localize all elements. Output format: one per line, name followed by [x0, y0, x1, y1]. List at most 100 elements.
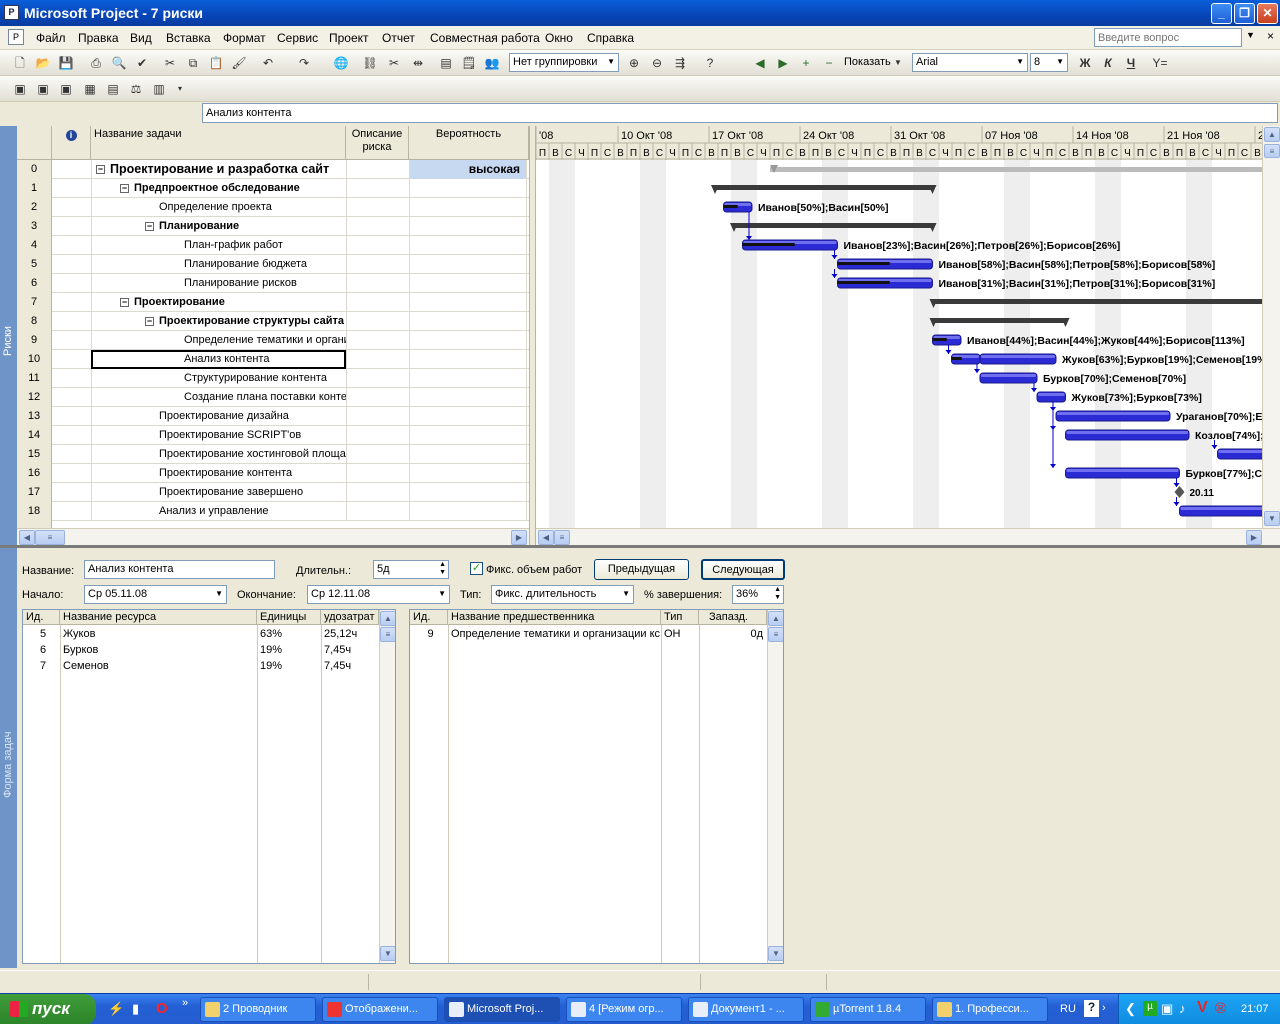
chevron-down-icon[interactable]: ▼ [215, 589, 223, 598]
toolbar-options-icon[interactable]: ▾ [172, 81, 188, 97]
resource-units[interactable]: 63% [257, 627, 321, 643]
tray-icon[interactable]: ® [1215, 1000, 1226, 1017]
doc-close-icon[interactable]: × [1267, 29, 1274, 43]
probability-cell[interactable]: высокая [409, 160, 527, 179]
network-icon[interactable]: ▣ [1161, 1001, 1173, 1017]
resource-name[interactable]: Семенов [60, 659, 257, 675]
risk-description-cell[interactable] [346, 274, 409, 293]
risk-description-cell[interactable] [346, 312, 409, 331]
row-id[interactable]: 4 [17, 236, 52, 255]
risk-description-cell[interactable] [346, 217, 409, 236]
row-id[interactable]: 9 [17, 331, 52, 350]
probability-cell[interactable] [409, 369, 527, 388]
underline-button[interactable]: Ч [1123, 55, 1139, 71]
balance-icon[interactable]: ⚖ [128, 81, 144, 97]
scroll-right-icon[interactable]: ▶ [511, 530, 527, 545]
table-row[interactable]: 4 План-график работ [17, 236, 529, 255]
menu-tools[interactable]: Сервис [277, 31, 318, 45]
summary-bar[interactable] [932, 299, 1263, 304]
scroll-left-icon[interactable]: ◀ [538, 530, 554, 545]
row-id[interactable]: 13 [17, 407, 52, 426]
menu-format[interactable]: Формат [223, 31, 266, 45]
preview-icon[interactable]: 🔍 [111, 55, 127, 71]
copy-icon[interactable]: ⧉ [185, 55, 201, 71]
scroll-down-icon[interactable]: ▼ [1264, 511, 1280, 526]
menu-edit[interactable]: Правка [78, 31, 119, 45]
taskbar-button-explorer[interactable]: 2 Проводник [200, 997, 316, 1022]
scroll-thumb[interactable]: ≡ [380, 627, 395, 642]
probability-cell[interactable] [409, 350, 527, 369]
probability-cell[interactable] [409, 274, 527, 293]
task-name-cell[interactable]: Создание плана поставки конте [91, 388, 346, 407]
row-id[interactable]: 15 [17, 445, 52, 464]
quicklaunch-icon[interactable]: ⚡ [108, 1001, 124, 1017]
tray-expand-icon[interactable]: › [1102, 1002, 1106, 1014]
link-tasks-icon[interactable]: ⛓ [362, 55, 378, 71]
summary-bar[interactable] [714, 185, 933, 190]
spinner-icon[interactable]: ▲ ▼ [774, 586, 781, 602]
paste-icon[interactable]: 📋 [208, 55, 224, 71]
risk-description-cell[interactable] [346, 407, 409, 426]
document-icon[interactable]: P [8, 29, 24, 45]
task-name-cell[interactable]: Проектирование завершено [91, 483, 346, 502]
view-splitter[interactable] [529, 126, 536, 546]
format-painter-icon[interactable]: 🖌 [231, 55, 247, 71]
predecessor-lag[interactable]: 0д [699, 627, 763, 643]
column-header-name[interactable]: Название задачи [91, 126, 346, 160]
name-field[interactable]: Анализ контента [84, 560, 275, 579]
res-col-name[interactable]: Название ресурса [60, 610, 257, 625]
arrow-right-icon[interactable]: ▶ [775, 55, 791, 71]
task-name-cell[interactable]: − Планирование [91, 217, 346, 236]
risk-description-cell[interactable] [346, 369, 409, 388]
percent-complete-field[interactable]: 36% ▲ ▼ [732, 585, 784, 604]
start-field[interactable]: Ср 05.11.08 ▼ [84, 585, 227, 604]
duration-field[interactable]: 5д ▲ ▼ [373, 560, 449, 579]
scroll-thumb[interactable]: ≡ [768, 627, 783, 642]
taskbar-button-word[interactable]: 4 [Режим огр... [566, 997, 682, 1022]
quicklaunch-icon[interactable]: ▮ [132, 1001, 139, 1017]
taskbar-button-project[interactable]: Microsoft Proj... [444, 997, 560, 1022]
task-name-cell[interactable]: Проектирование SCRIPT'ов [91, 426, 346, 445]
filter-icon[interactable]: Y= [1152, 55, 1168, 71]
collapse-icon[interactable]: − [96, 165, 105, 175]
resource-id[interactable]: 5 [23, 627, 60, 643]
row-id[interactable]: 1 [17, 179, 52, 198]
split-task-icon[interactable]: ⇹ [410, 55, 426, 71]
table-row[interactable]: 15 Проектирование хостинговой площа [17, 445, 529, 464]
menu-project[interactable]: Проект [329, 31, 369, 45]
collapse-icon[interactable]: − [120, 183, 129, 193]
quicklaunch-more-icon[interactable]: » [182, 997, 188, 1009]
risk-description-cell[interactable] [346, 179, 409, 198]
pred-col-type[interactable]: Тип [661, 610, 699, 625]
question-dropdown-icon[interactable]: ▼ [1246, 30, 1255, 40]
spinner-icon[interactable]: ▲ ▼ [439, 561, 446, 577]
risk-description-cell[interactable] [346, 350, 409, 369]
scroll-left-icon[interactable]: ◀ [19, 530, 35, 545]
pred-col-lag[interactable]: Запазд. [699, 610, 767, 625]
scroll-right-icon[interactable]: ▶ [1246, 530, 1262, 545]
minus-icon[interactable]: − [821, 55, 837, 71]
menu-report[interactable]: Отчет [382, 31, 415, 45]
collapse-icon[interactable]: − [145, 221, 154, 231]
resource-id[interactable]: 7 [23, 659, 60, 675]
task-name-cell[interactable]: Определение тематики и организ [91, 331, 346, 350]
probability-cell[interactable] [409, 255, 527, 274]
scroll-down-icon[interactable]: ▼ [380, 946, 395, 961]
table-hscrollbar[interactable]: ◀ ≡ ▶ [17, 528, 529, 545]
chevron-down-icon[interactable]: ▼ [438, 589, 446, 598]
save-icon[interactable]: 💾 [58, 55, 74, 71]
res-col-units[interactable]: Единицы [257, 610, 321, 625]
pred-col-name[interactable]: Название предшественника [448, 610, 661, 625]
spelling-icon[interactable]: ✔ [134, 55, 150, 71]
table-row[interactable]: 0 − Проектирование и разработка сайт высока… [17, 160, 529, 179]
scroll-up-icon[interactable]: ▲ [380, 611, 395, 626]
menu-window[interactable]: Окно [545, 31, 573, 45]
chevron-down-icon[interactable]: ▼ [622, 589, 630, 598]
table-row[interactable]: 9 Определение тематики и организ [17, 331, 529, 350]
view-icon[interactable]: ▣ [58, 81, 74, 97]
probability-cell[interactable] [409, 502, 527, 521]
risk-description-cell[interactable] [346, 198, 409, 217]
app-icon[interactable]: P [4, 5, 19, 20]
finish-field[interactable]: Ср 12.11.08 ▼ [307, 585, 450, 604]
language-indicator[interactable]: RU [1060, 1003, 1076, 1015]
